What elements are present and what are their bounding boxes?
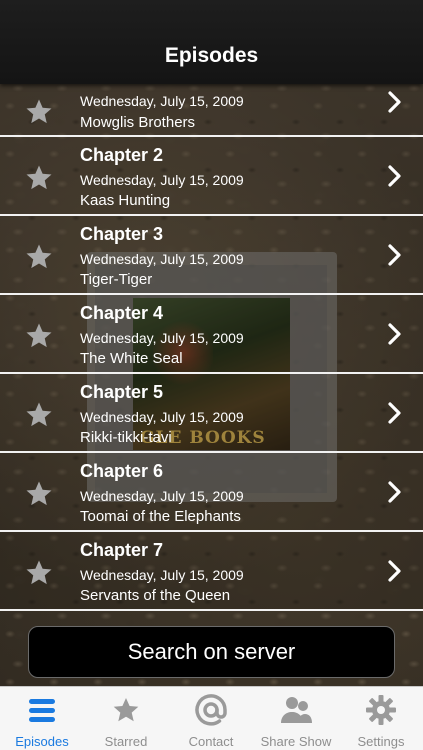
tab-label: Share Show [260,734,332,749]
episode-title: Chapter 3 [80,224,164,244]
at-sign-icon [195,694,227,726]
people-icon [281,697,312,723]
episode-title: Chapter 5 [80,382,164,402]
row-divider [0,293,423,295]
star-icon[interactable] [24,479,54,509]
star-icon[interactable] [24,321,54,351]
list-item[interactable]: Chapter 6 Wednesday, July 15, 2009 Tooma… [0,453,423,532]
tab-starred[interactable]: Starred [84,687,168,750]
star-icon[interactable] [24,558,54,588]
tab-settings[interactable]: Settings [339,687,423,750]
episode-date: Wednesday, July 15, 2009 [80,488,244,504]
tab-contact[interactable]: Contact [169,687,253,750]
episode-date: Wednesday, July 15, 2009 [80,409,244,425]
episode-title: Chapter 2 [80,145,164,165]
star-icon [113,698,139,722]
episode-subtitle: Rikki-tikki-tavi [80,429,172,446]
row-divider [0,214,423,216]
episode-subtitle: Tiger-Tiger [80,271,153,288]
chevron-right-icon [388,244,401,266]
nav-bar: Episodes [0,0,423,84]
search-on-server-button[interactable]: Search on server [28,626,395,678]
tab-share-show[interactable]: Share Show [254,687,338,750]
list-item[interactable]: Chapter 3 Wednesday, July 15, 2009 Tiger… [0,216,423,295]
tab-episodes[interactable]: Episodes [0,687,84,750]
chevron-right-icon [388,560,401,582]
row-divider [0,372,423,374]
row-divider [0,135,423,137]
list-item[interactable]: Chapter 7 Wednesday, July 15, 2009 Serva… [0,532,423,611]
star-icon[interactable] [24,163,54,193]
tab-bar: Episodes Starred Contact Share Show Sett… [0,686,423,750]
episode-title: Chapter 6 [80,461,164,481]
episode-subtitle: Servants of the Queen [80,587,231,604]
tab-label: Starred [104,734,148,749]
list-icon [29,699,55,722]
list-item[interactable]: Chapter 5 Wednesday, July 15, 2009 Rikki… [0,374,423,453]
list-item[interactable]: Chapter 4 Wednesday, July 15, 2009 The W… [0,295,423,374]
tab-label: Episodes [15,734,69,749]
chevron-right-icon [388,481,401,503]
row-divider [0,451,423,453]
episode-date: Wednesday, July 15, 2009 [80,567,244,583]
episode-date: Wednesday, July 15, 2009 [80,251,244,267]
episode-title: Chapter 7 [80,540,164,560]
gear-icon [366,695,396,725]
chevron-right-icon [388,165,401,187]
episode-subtitle: Kaas Hunting [80,192,171,209]
app-screen: GLE BOOKS Episodes Wednesday, July 15, 2… [0,0,423,750]
chevron-right-icon [388,91,401,113]
episode-title: Chapter 4 [80,303,164,323]
chevron-right-icon [388,402,401,424]
episode-date: Wednesday, July 15, 2009 [80,172,244,188]
chevron-right-icon [388,323,401,345]
tab-label: Settings [357,734,405,749]
row-divider [0,530,423,532]
tab-label: Contact [188,734,234,749]
row-divider [0,609,423,611]
star-icon[interactable] [24,400,54,430]
page-title: Episodes [164,44,259,67]
episode-subtitle: Mowglis Brothers [80,114,196,131]
star-icon[interactable] [24,97,54,127]
episode-subtitle: The White Seal [80,350,183,367]
list-item[interactable]: Chapter 2 Wednesday, July 15, 2009 Kaas … [0,137,423,216]
episode-subtitle: Toomai of the Elephants [80,508,241,525]
episode-date: Wednesday, July 15, 2009 [80,330,244,346]
star-icon[interactable] [24,242,54,272]
episode-date: Wednesday, July 15, 2009 [80,93,244,109]
